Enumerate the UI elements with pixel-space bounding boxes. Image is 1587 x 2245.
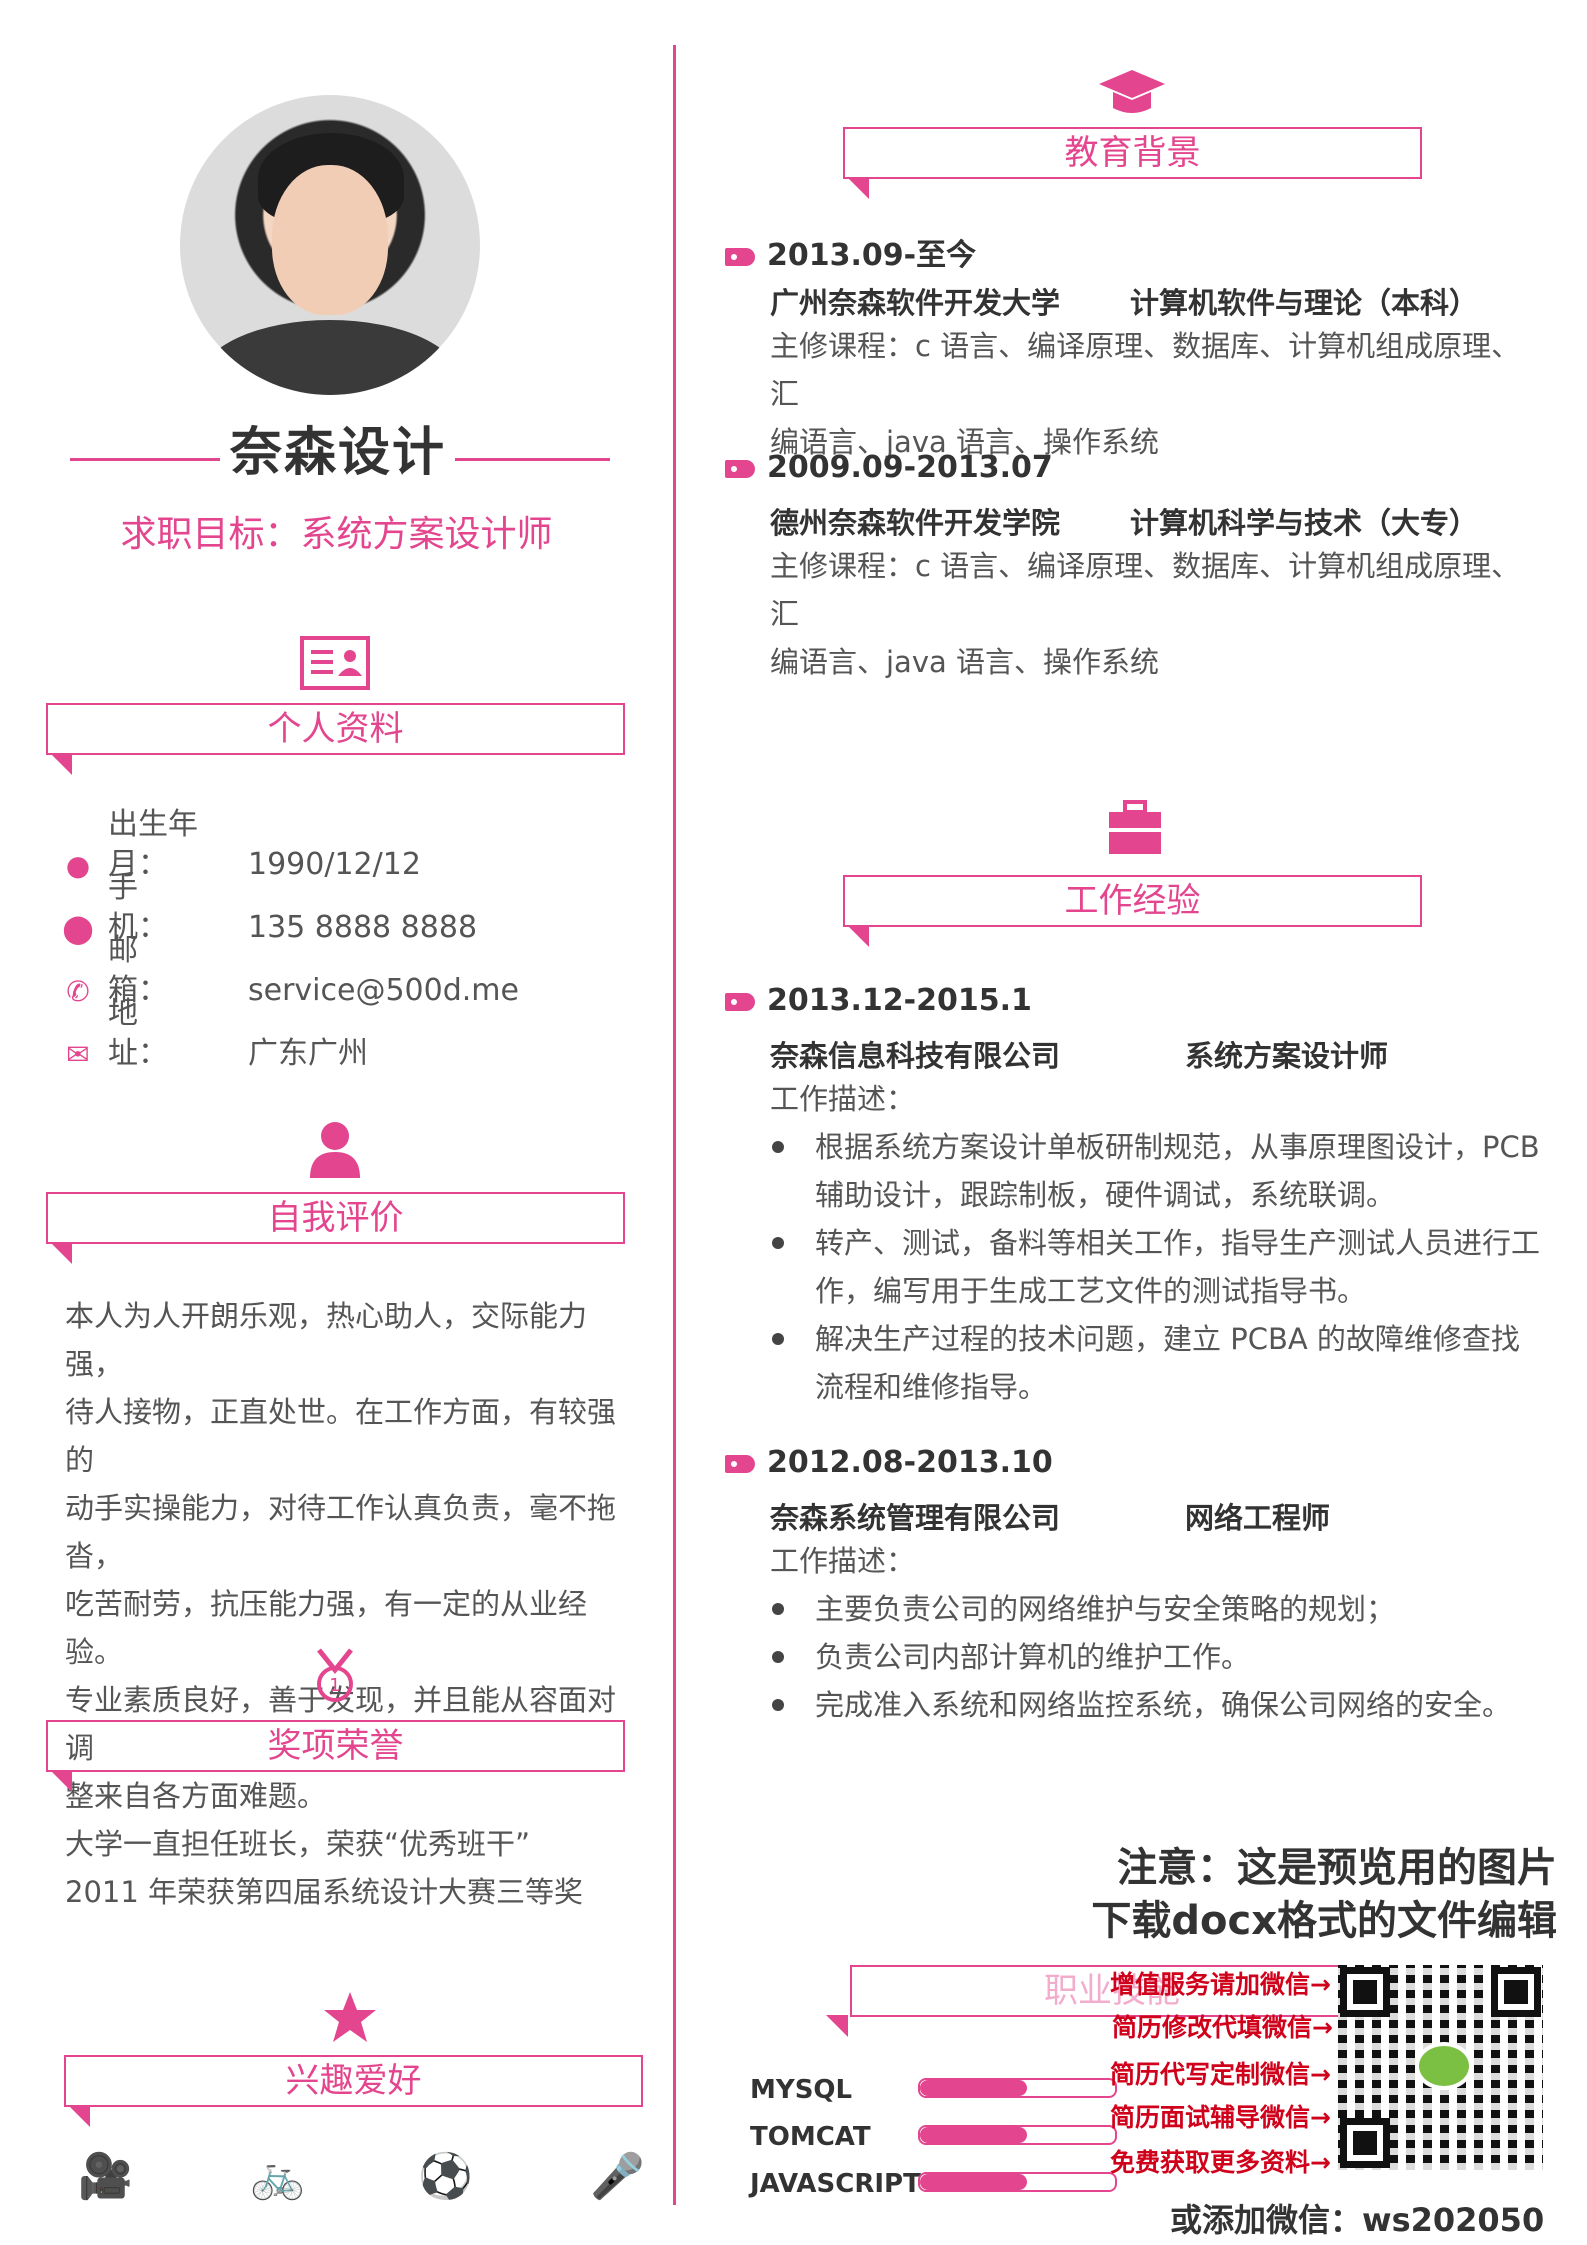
skill-name: TOMCAT	[750, 2122, 871, 2152]
list-item: 转产、测试，备料等相关工作，指导生产测试人员进行工作，编写用于生成工艺文件的测试…	[770, 1219, 1540, 1315]
section-self: 自我评价	[46, 1192, 625, 1244]
section-hobbies: 兴趣爱好	[64, 2055, 643, 2107]
user-icon	[310, 1122, 360, 1178]
medal-icon: 1	[317, 1648, 353, 1702]
info-phone: ⬤手 机： 135 8888 8888	[60, 868, 477, 945]
bike-icon: 🚲	[250, 2151, 305, 2202]
name-line-right	[455, 458, 610, 461]
section-education: 教育背景	[843, 127, 1422, 179]
work-company: 奈森系统管理有限公司 网络工程师	[770, 1501, 1331, 1535]
wechat-icon	[1415, 2042, 1473, 2090]
svg-text:1: 1	[329, 1675, 340, 1696]
info-address: ✉地 址： 广东广州	[60, 994, 368, 1071]
graduation-cap-icon	[1099, 70, 1165, 113]
wechat-line: 简历修改代填微信→	[1112, 2013, 1333, 2042]
awards-text: 大学一直担任班长，荣获“优秀班干” 2011 年荣获第四届系统设计大赛三等奖	[65, 1827, 584, 1909]
wechat-line: 免费获取更多资料→	[1110, 2148, 1331, 2177]
work-items: 主要负责公司的网络维护与安全策略的规划； 负责公司内部计算机的维护工作。 完成准…	[770, 1585, 1540, 1729]
work-company: 奈森信息科技有限公司 系统方案设计师	[770, 1039, 1389, 1073]
notice-line-1: 注意：这是预览用的图片	[1117, 1845, 1557, 1891]
wechat-line: 简历代写定制微信→	[1110, 2060, 1331, 2089]
column-divider	[673, 45, 676, 2205]
briefcase-icon	[1109, 800, 1161, 854]
work-desc-label: 工作描述：	[770, 1082, 916, 1116]
list-item: 完成准入系统和网络监控系统，确保公司网络的安全。	[770, 1681, 1540, 1729]
skill-bar	[918, 2078, 1117, 2098]
qr-corner	[1340, 1967, 1390, 2017]
section-flag	[50, 753, 72, 775]
section-flag	[50, 1242, 72, 1264]
qr-corner	[1340, 2118, 1390, 2168]
section-work: 工作经验	[843, 875, 1422, 927]
list-item: 主要负责公司的网络维护与安全策略的规划；	[770, 1585, 1540, 1633]
list-item: 解决生产过程的技术问题，建立 PCBA 的故障维修查找流程和维修指导。	[770, 1315, 1540, 1411]
section-flag	[826, 2015, 848, 2037]
tag-icon	[725, 992, 755, 1011]
list-item: 负责公司内部计算机的维护工作。	[770, 1633, 1540, 1681]
section-flag	[68, 2105, 90, 2127]
tag-icon	[725, 247, 755, 266]
edu-school: 德州奈森软件开发学院 计算机科学与技术（大专）	[770, 506, 1479, 540]
edu-courses: 主修课程：c 语言、编译原理、数据库、计算机组成原理、汇 编语言、java 语言、…	[770, 329, 1521, 459]
tag-icon	[725, 459, 755, 478]
list-item: 根据系统方案设计单板研制规范，从事原理图设计，PCB 辅助设计，跟踪制板，硬件调…	[770, 1123, 1540, 1219]
wechat-line: 简历面试辅导微信→	[1110, 2103, 1331, 2132]
edu-period: 2013.09-至今	[725, 230, 976, 274]
work-desc-label: 工作描述：	[770, 1544, 916, 1578]
skill-bar	[918, 2125, 1117, 2145]
star-icon	[324, 1992, 376, 2042]
notice-footer: 或添加微信：ws202050	[1170, 2201, 1545, 2239]
job-goal: 求职目标：系统方案设计师	[120, 514, 553, 555]
mail-icon: ✉	[66, 1037, 90, 1071]
skill-bar	[918, 2172, 1117, 2192]
section-awards: 奖项荣誉	[46, 1720, 625, 1772]
wechat-line: 增值服务请加微信→	[1110, 1970, 1331, 1999]
video-icon: 🎥	[78, 2151, 133, 2202]
skill-name: MYSQL	[750, 2075, 853, 2105]
qr-corner	[1491, 1967, 1541, 2017]
notice-line-2: 下载docx格式的文件编辑	[1091, 1898, 1557, 1944]
section-flag	[50, 1770, 72, 1792]
work-items: 根据系统方案设计单板研制规范，从事原理图设计，PCB 辅助设计，跟踪制板，硬件调…	[770, 1123, 1540, 1411]
section-flag	[847, 177, 869, 199]
id-card-icon	[300, 636, 370, 690]
skill-name: JAVASCRIPT	[750, 2169, 921, 2199]
work-period: 2013.12-2015.1	[725, 983, 1032, 1018]
info-birth: ●出生年月： 1990/12/12	[60, 805, 421, 882]
info-email: ✆邮 箱： service@500d.me	[60, 931, 519, 1008]
mic-icon: 🎤	[590, 2151, 645, 2202]
edu-school: 广州奈森软件开发大学 计算机软件与理论（本科）	[770, 286, 1479, 320]
avatar	[180, 95, 480, 395]
section-personal: 个人资料	[46, 703, 625, 755]
name-line-left	[70, 458, 220, 461]
edu-courses: 主修课程：c 语言、编译原理、数据库、计算机组成原理、汇 编语言、java 语言、…	[770, 549, 1521, 679]
edu-period: 2009.09-2013.07	[725, 450, 1053, 485]
work-period: 2012.08-2013.10	[725, 1445, 1053, 1480]
section-flag	[847, 925, 869, 947]
profile-name: 奈森设计	[230, 423, 447, 483]
football-icon: ⚽	[418, 2151, 473, 2202]
tag-icon	[725, 1454, 755, 1473]
